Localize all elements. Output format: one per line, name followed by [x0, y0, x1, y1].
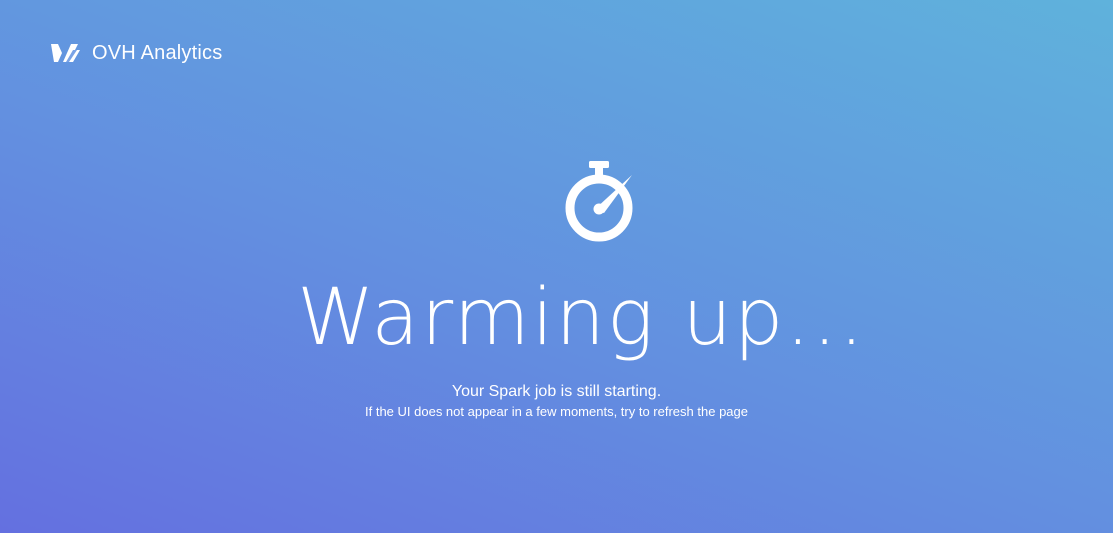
brand-name: OVH Analytics	[92, 41, 223, 64]
page-title: Warming up...	[297, 273, 866, 363]
ovh-logo-icon	[49, 42, 85, 64]
status-message: Your Spark job is still starting.	[451, 383, 662, 400]
brand-header: OVH Analytics	[49, 40, 222, 66]
stopwatch-icon	[560, 159, 638, 245]
refresh-hint: If the UI does not appear in a few momen…	[365, 404, 748, 419]
